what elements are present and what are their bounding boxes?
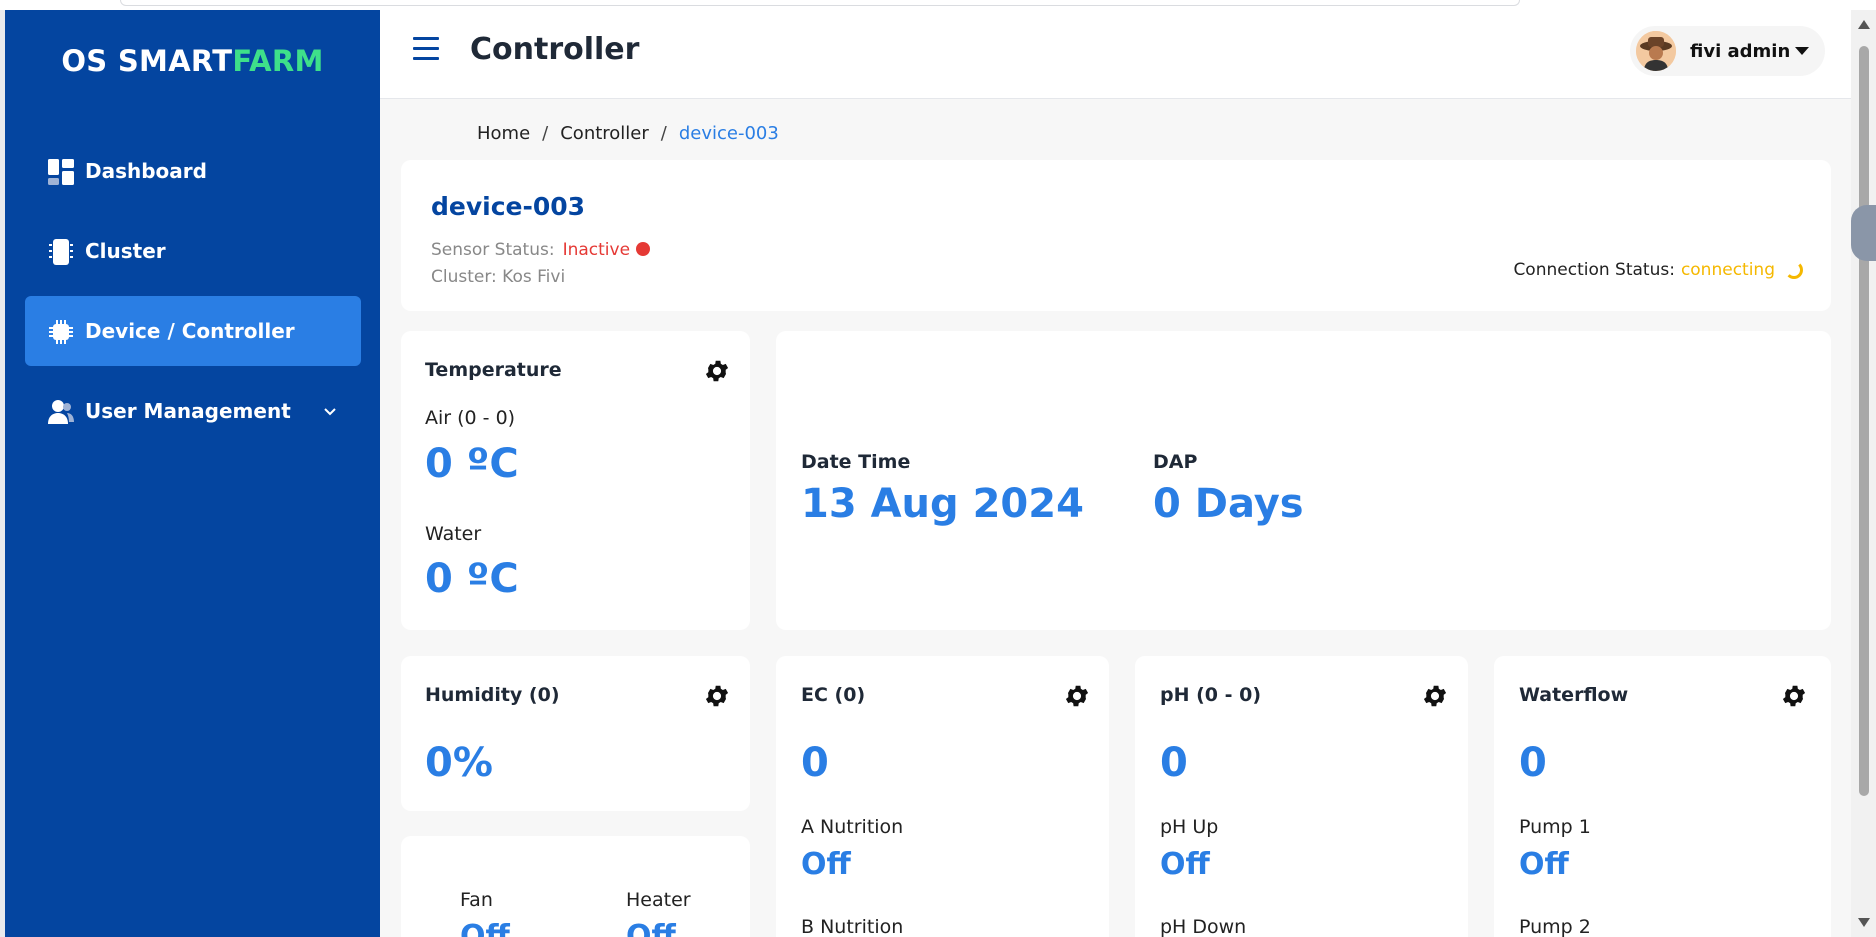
chevron-down-icon[interactable]	[321, 402, 339, 420]
scroll-up-icon[interactable]	[1858, 20, 1870, 29]
user-menu-button[interactable]: fivi admin	[1630, 26, 1825, 76]
loading-spinner-icon	[1785, 261, 1803, 279]
sidebar-item-cluster[interactable]: Cluster	[25, 216, 361, 286]
chip-icon	[49, 320, 73, 344]
app-root: OS SMARTFARM Dashboard Cluster Device / …	[5, 10, 1851, 937]
breadcrumb-home[interactable]: Home	[477, 123, 530, 144]
a-nutrition-label: A Nutrition	[801, 816, 904, 838]
date-dap-card: Date Time 13 Aug 2024 DAP 0 Days	[776, 331, 1831, 630]
sidebar-item-label: Dashboard	[85, 159, 207, 183]
browser-frame: OS SMARTFARM Dashboard Cluster Device / …	[0, 0, 1876, 937]
temperature-card: Temperature Air (0 - 0) 0 ºC Water 0 ºC	[401, 331, 750, 630]
dashboard-icon	[48, 159, 74, 185]
connection-status: Connection Status: connecting	[1513, 260, 1803, 280]
sensor-status-value: Inactive	[562, 240, 631, 260]
pump-1-value[interactable]: Off	[1519, 847, 1569, 882]
sensor-status: Sensor Status: Inactive	[431, 240, 651, 260]
ec-card: EC (0) 0 A Nutrition Off B Nutrition	[776, 656, 1109, 937]
ph-value: 0	[1160, 740, 1188, 786]
breadcrumb-controller[interactable]: Controller	[560, 123, 649, 144]
top-header: Controller fivi admin	[380, 10, 1851, 99]
page-scrollbar[interactable]	[1851, 10, 1876, 937]
water-value: 0 ºC	[425, 556, 519, 602]
scroll-thumb[interactable]	[1859, 46, 1869, 796]
gear-icon[interactable]	[703, 682, 731, 710]
humidity-value: 0%	[425, 740, 493, 786]
avatar-image	[1636, 31, 1676, 71]
breadcrumb-current: device-003	[678, 123, 779, 144]
dap-label: DAP	[1153, 451, 1198, 473]
breadcrumb: Home / Controller / device-003	[477, 123, 779, 144]
ph-title: pH (0 - 0)	[1160, 684, 1262, 706]
waterflow-value: 0	[1519, 740, 1547, 786]
waterflow-card: Waterflow 0 Pump 1 Off Pump 2	[1494, 656, 1831, 937]
avatar	[1636, 31, 1676, 71]
device-name: device-003	[431, 192, 586, 221]
browser-top-strip	[0, 0, 1876, 10]
page-title: Controller	[470, 32, 640, 67]
user-name: fivi admin	[1690, 40, 1791, 62]
scroll-down-icon[interactable]	[1858, 918, 1870, 927]
ec-title: EC (0)	[801, 684, 866, 706]
gear-icon[interactable]	[1421, 682, 1449, 710]
a-nutrition-value[interactable]: Off	[801, 847, 851, 882]
gear-icon[interactable]	[1063, 682, 1091, 710]
cluster-icon	[49, 239, 73, 265]
sensor-status-label: Sensor Status:	[431, 240, 555, 260]
breadcrumb-separator: /	[660, 123, 667, 144]
caret-down-icon	[1795, 47, 1809, 55]
side-panel-tab[interactable]	[1851, 205, 1876, 261]
humidity-title: Humidity (0)	[425, 684, 560, 706]
humidity-card: Humidity (0) 0%	[401, 656, 750, 811]
cluster-info: Cluster: Kos Fivi	[431, 267, 566, 287]
sidebar-item-dashboard[interactable]: Dashboard	[25, 136, 361, 206]
dap-value: 0 Days	[1153, 481, 1304, 527]
users-icon	[48, 400, 74, 424]
fan-value[interactable]: Off	[460, 919, 510, 937]
device-info-card: device-003 Sensor Status: Inactive Cluste…	[401, 160, 1831, 311]
heater-label: Heater	[626, 889, 691, 911]
ph-up-label: pH Up	[1160, 816, 1219, 838]
logo-main-text: OS SMART	[61, 44, 233, 78]
gear-icon[interactable]	[703, 357, 731, 385]
gear-icon[interactable]	[1780, 682, 1808, 710]
waterflow-title: Waterflow	[1519, 684, 1629, 706]
sidebar-item-label: Device / Controller	[85, 319, 295, 343]
sidebar-item-device-controller[interactable]: Device / Controller	[25, 296, 361, 366]
menu-toggle-button[interactable]	[413, 37, 439, 61]
status-dot	[636, 242, 651, 256]
sidebar-item-user-management[interactable]: User Management	[25, 376, 361, 446]
b-nutrition-label: B Nutrition	[801, 916, 904, 937]
logo-accent-text: FARM	[232, 44, 324, 78]
app-logo[interactable]: OS SMARTFARM	[5, 44, 380, 78]
ph-up-value[interactable]: Off	[1160, 847, 1210, 882]
temperature-title: Temperature	[425, 359, 562, 381]
ph-card: pH (0 - 0) 0 pH Up Off pH Down	[1135, 656, 1468, 937]
ph-down-label: pH Down	[1160, 916, 1247, 937]
sidebar-nav: Dashboard Cluster Device / Controller Us…	[25, 136, 361, 456]
pump-2-label: Pump 2	[1519, 916, 1591, 937]
connection-status-label: Connection Status:	[1513, 260, 1675, 280]
date-time-label: Date Time	[801, 451, 911, 473]
date-time-value: 13 Aug 2024	[801, 481, 1084, 527]
fan-label: Fan	[460, 889, 493, 911]
air-value: 0 ºC	[425, 441, 519, 487]
ec-value: 0	[801, 740, 829, 786]
breadcrumb-separator: /	[542, 123, 549, 144]
sidebar: OS SMARTFARM Dashboard Cluster Device / …	[5, 10, 380, 937]
pump-1-label: Pump 1	[1519, 816, 1591, 838]
sidebar-item-label: Cluster	[85, 239, 166, 263]
fan-heater-card: Fan Off Heater Off	[401, 836, 750, 937]
heater-value[interactable]: Off	[626, 919, 676, 937]
sidebar-item-label: User Management	[85, 399, 291, 423]
air-label: Air (0 - 0)	[425, 407, 516, 429]
water-label: Water	[425, 523, 482, 545]
connection-status-value: connecting	[1680, 260, 1775, 280]
